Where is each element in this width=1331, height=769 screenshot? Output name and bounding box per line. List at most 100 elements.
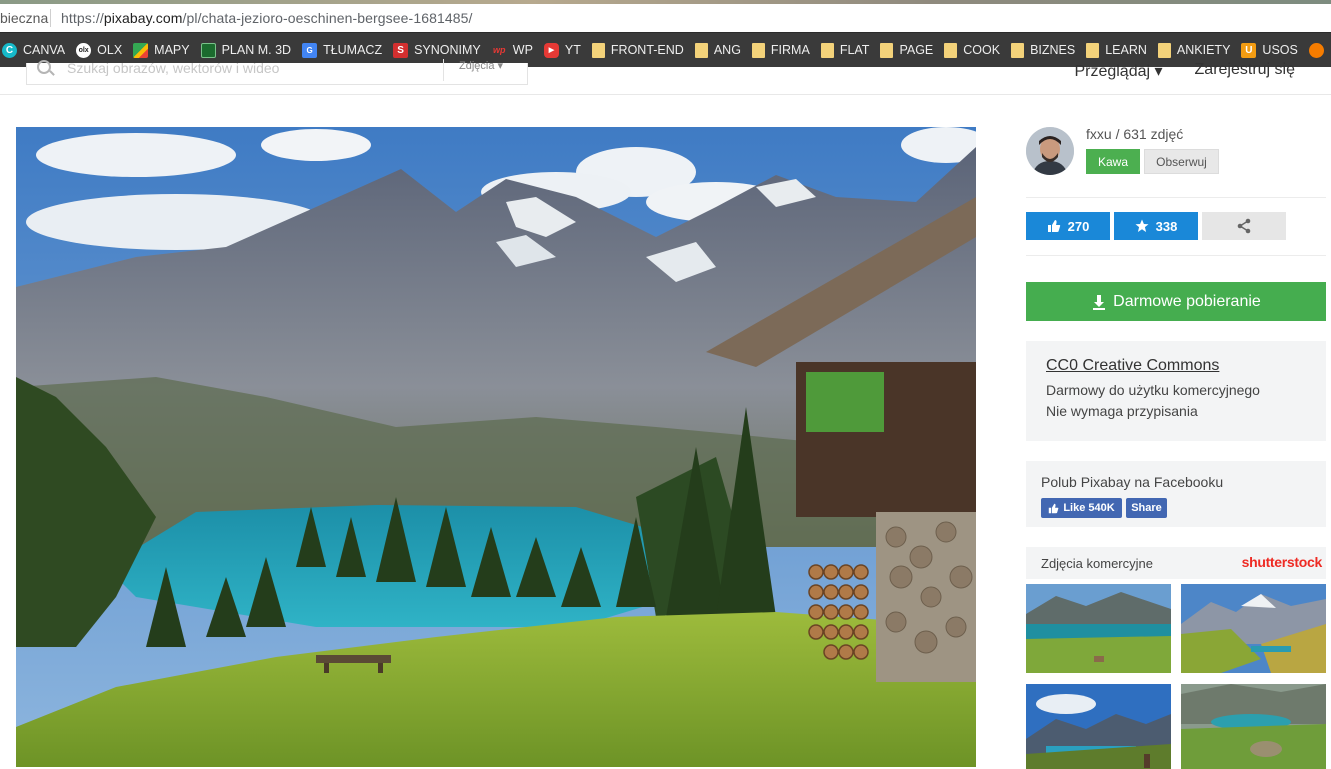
share-icon [1237, 218, 1251, 234]
bookmark-extra[interactable] [1308, 33, 1331, 68]
bookmark-label: PAGE [899, 43, 934, 57]
folder-icon [880, 42, 894, 58]
bookmark-yt[interactable]: ▶ YT [543, 33, 587, 68]
facebook-like-label: Like 540K [1063, 502, 1115, 514]
bookmark-label: USOS [1262, 43, 1298, 57]
folder-icon [820, 42, 834, 58]
commercial-thumbnail[interactable] [1026, 684, 1171, 769]
star-icon [1135, 219, 1149, 232]
register-link[interactable]: Zarejestruj się [1195, 61, 1295, 81]
plan-icon [200, 42, 216, 58]
youtube-icon: ▶ [543, 42, 559, 58]
bookmark-label: COOK [963, 43, 1001, 57]
folder-icon [591, 42, 605, 58]
bookmark-label: ANKIETY [1176, 43, 1231, 57]
landscape-image [16, 127, 976, 767]
bookmark-label: TŁUMACZ [323, 43, 383, 57]
bookmark-front-end[interactable]: FRONT-END [591, 33, 690, 68]
folder-icon [944, 42, 958, 58]
bookmark-firma[interactable]: FIRMA [751, 33, 816, 68]
favorite-button[interactable]: 338 [1114, 212, 1198, 240]
share-button[interactable] [1202, 212, 1286, 240]
thumbnail-image [1181, 684, 1326, 769]
follow-button[interactable]: Obserwuj [1144, 149, 1219, 174]
url-host: pixabay.com [103, 10, 183, 26]
bookmark-label: BIZNES [1030, 43, 1076, 57]
divider [1026, 197, 1326, 198]
facebook-share-button[interactable]: Share [1126, 498, 1167, 518]
coffee-button[interactable]: Kawa [1086, 149, 1140, 174]
thumbnail-image [1026, 684, 1171, 769]
like-count: 270 [1067, 218, 1090, 234]
bookmark-label: PLAN M. 3D [221, 43, 292, 57]
bookmark-flat[interactable]: FLAT [820, 33, 876, 68]
license-attribution-note: Nie wymaga przypisania [1046, 403, 1198, 419]
orange-icon [1308, 42, 1324, 58]
maps-icon [133, 42, 149, 58]
folder-icon [1157, 42, 1171, 58]
facebook-buttons: Like 540K Share [1041, 498, 1326, 518]
free-download-button[interactable]: Darmowe pobieranie [1026, 282, 1326, 321]
license-commercial-note: Darmowy do użytku komercyjnego [1046, 382, 1260, 398]
search-bar[interactable]: Szukaj obrazów, wektorów i wideo Zdjęcia… [26, 59, 528, 85]
translate-icon: G [302, 42, 318, 58]
olx-icon: olx [76, 42, 92, 58]
folder-icon [1086, 42, 1100, 58]
bookmark-label: CANVA [23, 43, 66, 57]
bookmark-label: SYNONIMY [414, 43, 481, 57]
thumbnail-image [1181, 584, 1326, 673]
thumbs-up-icon [1047, 220, 1060, 232]
bookmark-ang[interactable]: ANG [694, 33, 747, 68]
commercial-thumbnail[interactable] [1181, 684, 1326, 769]
bookmark-label: YT [564, 43, 581, 57]
browser-window: bieczna https://pixabay.com/pl/chata-jez… [0, 0, 1331, 769]
search-input[interactable]: Szukaj obrazów, wektorów i wideo [67, 60, 279, 76]
bookmark-page[interactable]: PAGE [880, 33, 939, 68]
bookmark-label: LEARN [1105, 43, 1147, 57]
bookmark-label: MAPY [154, 43, 190, 57]
url-scheme: https:// [61, 10, 104, 26]
bookmark-biznes[interactable]: BIZNES [1011, 33, 1081, 68]
thumbnail-image [1026, 584, 1171, 673]
search-icon[interactable] [37, 60, 51, 74]
url-text[interactable]: https://pixabay.com/pl/chata-jezioro-oes… [61, 10, 473, 26]
facebook-like-button[interactable]: Like 540K [1041, 498, 1122, 518]
canva-icon: C [2, 42, 17, 58]
license-link[interactable]: CC0 Creative Commons [1046, 357, 1326, 375]
commercial-thumbnail[interactable] [1181, 584, 1326, 673]
search-type-dropdown[interactable]: Zdjęcia ▾ [443, 59, 528, 81]
avatar-image [1026, 127, 1074, 175]
header-nav: Przeglądaj ▾ Zarejestruj się [1074, 61, 1295, 81]
tab-strip-edge [0, 0, 1331, 4]
download-label: Darmowe pobieranie [1113, 292, 1261, 310]
synonimy-icon: S [393, 42, 409, 58]
commercial-photos-header: Zdjęcia komercyjne shutterstock [1026, 547, 1326, 579]
avatar[interactable] [1026, 127, 1074, 175]
address-divider [50, 9, 51, 27]
shutterstock-logo[interactable]: shutterstock [1242, 554, 1323, 570]
folder-icon [1011, 42, 1025, 58]
url-path: /pl/chata-jezioro-oeschinen-bergsee-1681… [182, 10, 473, 26]
bookmark-cook[interactable]: COOK [944, 33, 1006, 68]
browse-menu[interactable]: Przeglądaj ▾ [1074, 61, 1162, 81]
facebook-title: Polub Pixabay na Facebooku [1041, 474, 1224, 490]
bookmark-label: WP [512, 43, 533, 57]
thumbs-up-icon [1049, 503, 1059, 513]
bookmark-label: FLAT [839, 43, 870, 57]
commercial-title: Zdjęcia komercyjne [1041, 556, 1153, 571]
bookmark-label: FIRMA [770, 43, 810, 57]
folder-icon [751, 42, 765, 58]
divider [1026, 255, 1326, 256]
usos-icon: U [1241, 42, 1257, 58]
wp-icon: wp [493, 45, 506, 55]
like-button[interactable]: 270 [1026, 212, 1110, 240]
security-indicator[interactable]: bieczna [0, 10, 48, 26]
facebook-box: Polub Pixabay na Facebooku Like 540K Sha… [1026, 461, 1326, 527]
license-box: CC0 Creative Commons Darmowy do użytku k… [1026, 341, 1326, 441]
bookmark-label: OLX [97, 43, 123, 57]
folder-icon [694, 42, 708, 58]
main-photo[interactable] [16, 127, 976, 767]
commercial-thumbnail[interactable] [1026, 584, 1171, 673]
bookmark-label: FRONT-END [610, 43, 684, 57]
author-name[interactable]: fxxu / 631 zdjęć [1086, 126, 1183, 142]
